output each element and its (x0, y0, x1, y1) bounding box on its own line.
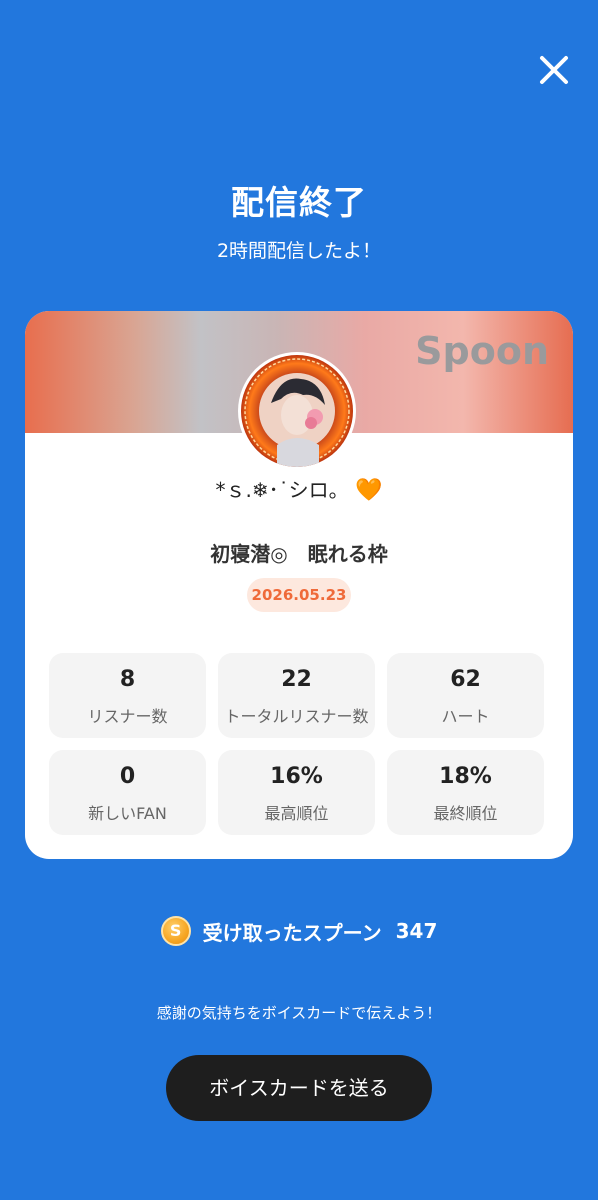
send-voice-card-button[interactable]: ボイスカードを送る (166, 1055, 432, 1121)
page-subtitle: 2時間配信したよ！ (216, 240, 382, 262)
stat-value: 8 (119, 667, 136, 692)
stat-label: ハート (441, 707, 490, 726)
close-icon (540, 56, 568, 84)
broadcast-summary-card: Spoon *ｓ.❄︎･˙シロ。 🧡 初寝潜◎ 眠れる枠 2026.05.23 (25, 311, 573, 859)
broadcast-end-screen: 配信終了 2時間配信したよ！ Spoon *ｓ.❄︎･˙シロ。 🧡 初寝潜◎ 眠… (0, 0, 598, 1200)
stat-value: 22 (281, 667, 312, 692)
avatar-image (241, 355, 353, 467)
spoon-coin-icon: S (160, 916, 191, 946)
stat-value: 62 (450, 667, 481, 692)
stat-value: 18% (439, 764, 492, 789)
stat-hearts: 62 ハート (387, 653, 544, 738)
received-spoons-count: 347 (395, 919, 438, 943)
close-button[interactable] (532, 48, 576, 92)
received-spoons-label: 受け取ったスプーン (202, 920, 382, 945)
received-spoons: S 受け取ったスプーン 347 (0, 914, 598, 948)
stat-value: 0 (119, 764, 136, 789)
avatar (238, 352, 356, 470)
stat-final-rank: 18% 最終順位 (387, 750, 544, 835)
username: *ｓ.❄︎･˙シロ。 🧡 (25, 474, 573, 503)
username-text: *ｓ.❄︎･˙シロ。 (215, 478, 349, 502)
stat-label: 最終順位 (433, 804, 498, 823)
thanks-message: 感謝の気持ちをボイスカードで伝えよう！ (156, 1004, 442, 1022)
heart-emoji: 🧡 (355, 478, 383, 503)
stat-label: 最高順位 (264, 804, 329, 823)
stat-total-listeners: 22 トータルリスナー数 (218, 653, 375, 738)
stat-best-rank: 16% 最高順位 (218, 750, 375, 835)
stream-title: 初寝潜◎ 眠れる枠 (210, 542, 388, 566)
spoon-logo: Spoon (415, 329, 549, 373)
stat-listeners: 8 リスナー数 (49, 653, 206, 738)
stat-label: トータルリスナー数 (224, 707, 369, 726)
stat-label: リスナー数 (87, 707, 168, 726)
stat-label: 新しいFAN (88, 804, 167, 823)
page-title: 配信終了 (231, 183, 367, 222)
date-badge: 2026.05.23 (247, 578, 351, 612)
stat-new-fans: 0 新しいFAN (49, 750, 206, 835)
stat-value: 16% (270, 764, 323, 789)
